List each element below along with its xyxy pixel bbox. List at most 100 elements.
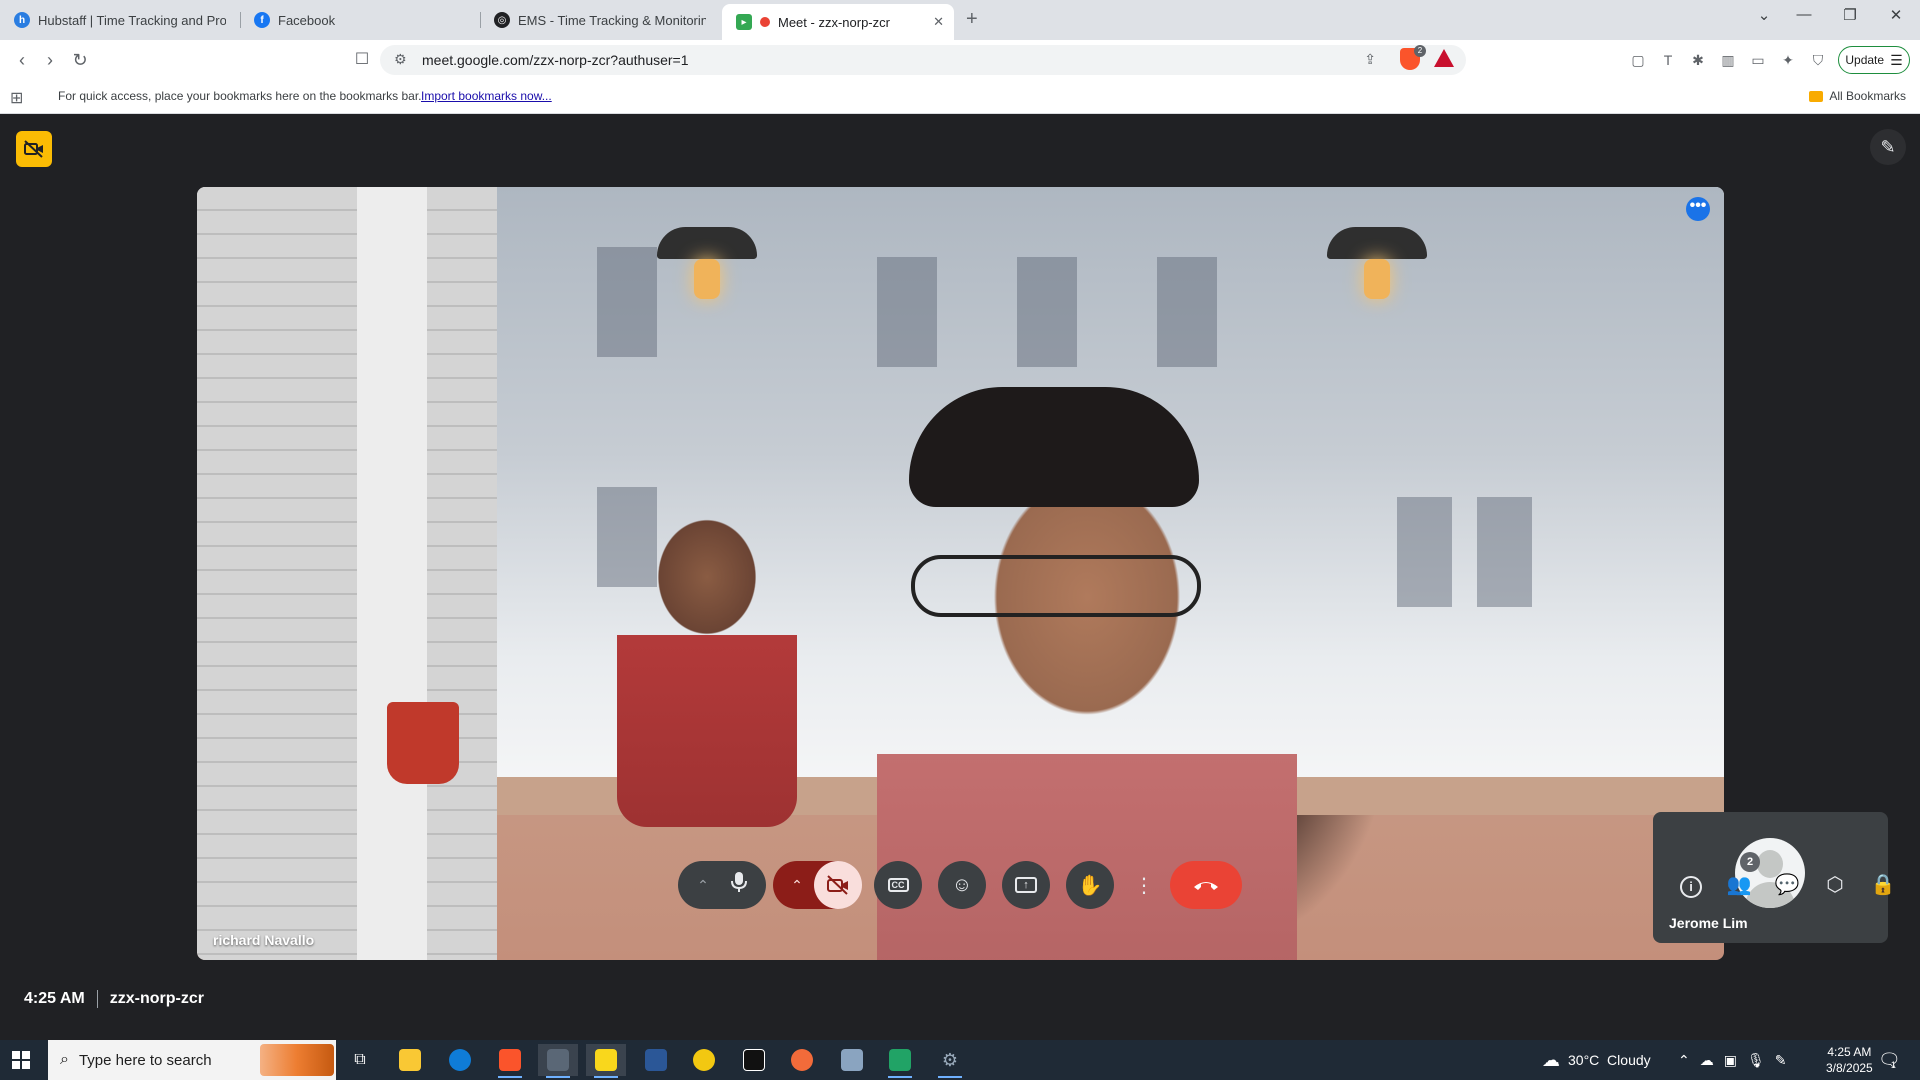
pen-icon[interactable]: ✎: [1775, 1052, 1787, 1069]
people-button[interactable]: 👥: [1724, 870, 1754, 900]
brave-app[interactable]: [490, 1044, 530, 1078]
app-taskbar-item[interactable]: [832, 1044, 872, 1076]
browser-tab-strip: h Hubstaff | Time Tracking and Produ f F…: [0, 0, 1920, 40]
onedrive-icon[interactable]: ☁: [1700, 1052, 1714, 1069]
task-view-icon: ⧉: [354, 1051, 366, 1068]
cloud-icon: ☁: [1542, 1049, 1560, 1070]
chat-button[interactable]: 💬: [1772, 870, 1802, 900]
gear-icon: ⚙: [941, 1049, 959, 1070]
notification-center-button[interactable]: 🗨 1: [1878, 1040, 1901, 1080]
lock-person-icon: 🔒: [1870, 874, 1896, 896]
capcut-icon: [743, 1049, 765, 1071]
facebook-icon: f: [254, 12, 270, 28]
minimize-button[interactable]: —: [1784, 6, 1824, 23]
video-participant-hair: [909, 387, 1199, 507]
reactions-button[interactable]: ☺: [938, 861, 986, 909]
tab-ems[interactable]: ◎ EMS - Time Tracking & Monitoring: [480, 0, 720, 40]
hubstaff-icon: h: [14, 12, 30, 28]
camera-off-indicator-icon[interactable]: [16, 131, 52, 167]
update-button[interactable]: Update ☰: [1838, 46, 1910, 74]
app-icon: [841, 1049, 863, 1071]
system-tray: ⌃ ☁ ▣ 🎙 ✎: [1678, 1040, 1786, 1080]
audio-settings-chevron-icon[interactable]: ⌃: [697, 877, 709, 894]
vpn-icon[interactable]: ⛉: [1808, 50, 1828, 70]
running-indicator: [594, 1076, 618, 1078]
sticky-notes-app[interactable]: [586, 1044, 626, 1078]
tab-search-icon[interactable]: ⌄: [1744, 6, 1784, 24]
sidebar-toggle-icon[interactable]: ▥: [1718, 50, 1738, 70]
raise-hand-button[interactable]: ✋: [1066, 861, 1114, 909]
search-highlight-image: [260, 1044, 334, 1076]
meeting-time: 4:25 AM: [24, 990, 85, 1007]
main-video-tile[interactable]: ••• richard Navallo: [197, 187, 1724, 960]
taskbar-search-placeholder: Type here to search: [78, 1051, 212, 1069]
wallet-icon[interactable]: ▭: [1748, 50, 1768, 70]
new-tab-button[interactable]: +: [966, 8, 978, 31]
leo-ai-icon[interactable]: ✦: [1778, 50, 1798, 70]
hubstaff-app[interactable]: [782, 1044, 822, 1076]
edge-app[interactable]: [440, 1044, 480, 1076]
address-bar[interactable]: ⚙ meet.google.com/zzx-norp-zcr?authuser=…: [380, 45, 1466, 75]
update-label: Update: [1845, 53, 1885, 67]
running-indicator: [938, 1076, 962, 1078]
restore-button[interactable]: ❐: [1830, 6, 1870, 24]
tab-facebook[interactable]: f Facebook: [240, 0, 480, 40]
sidebar-extension-icon[interactable]: ▢: [1628, 50, 1648, 70]
video-scene-building-window: [597, 247, 657, 357]
edge-icon: [449, 1049, 471, 1071]
all-bookmarks-button[interactable]: All Bookmarks: [1809, 89, 1906, 103]
video-settings-chevron-icon[interactable]: ⌃: [791, 877, 803, 894]
brave-rewards-icon[interactable]: [1434, 49, 1454, 67]
back-button[interactable]: ‹: [10, 48, 34, 72]
bookmarks-bar: ⊞ For quick access, place your bookmarks…: [0, 80, 1920, 114]
task-view-button[interactable]: ⧉: [340, 1044, 380, 1076]
brave-shields-count: 2: [1414, 45, 1426, 57]
weather-widget[interactable]: ☁ 30°C Cloudy: [1542, 1040, 1651, 1080]
leave-call-button[interactable]: [1170, 861, 1242, 909]
show-hidden-icons-icon[interactable]: ⌃: [1678, 1052, 1690, 1069]
snipping-tool-app[interactable]: [636, 1044, 676, 1076]
camera-toggle-button[interactable]: [814, 861, 862, 909]
import-bookmarks-link[interactable]: Import bookmarks now...: [421, 89, 552, 103]
captions-button[interactable]: CC: [874, 861, 922, 909]
activities-button[interactable]: ⬡: [1820, 870, 1850, 900]
sticky-notes-icon: [595, 1049, 617, 1071]
host-controls-button[interactable]: 🔒: [1868, 870, 1898, 900]
running-indicator: [498, 1076, 522, 1078]
site-info-icon[interactable]: ⚙: [394, 51, 407, 68]
meeting-details-button[interactable]: i: [1676, 870, 1706, 900]
share-icon[interactable]: ⇪: [1364, 51, 1376, 68]
extensions-icon[interactable]: ✱: [1688, 50, 1708, 70]
tab-meet[interactable]: ▸ Meet - zzx-norp-zcr ✕: [722, 4, 954, 40]
video-scene-building-window: [877, 257, 937, 367]
tile-more-options-button[interactable]: •••: [1686, 197, 1710, 221]
apps-grid-icon[interactable]: ⊞: [10, 88, 23, 108]
all-bookmarks-label: All Bookmarks: [1829, 89, 1906, 103]
snipping-tool-icon: [645, 1049, 667, 1071]
forward-button[interactable]: ›: [38, 48, 62, 72]
tab-close-icon[interactable]: ✕: [933, 14, 944, 30]
capcut-app[interactable]: [734, 1044, 774, 1076]
file-explorer-app[interactable]: [390, 1044, 430, 1076]
reload-button[interactable]: ↻: [68, 48, 92, 72]
video-scene-building-window: [1397, 497, 1452, 607]
annotate-pencil-button[interactable]: ✎: [1870, 129, 1906, 165]
taskbar-clock[interactable]: 4:25 AM 3/8/2025: [1826, 1044, 1873, 1076]
more-options-button[interactable]: ⋮: [1132, 861, 1156, 909]
bookmark-icon[interactable]: ☐: [350, 48, 374, 72]
text-extension-icon[interactable]: T: [1658, 50, 1678, 70]
microphone-icon[interactable]: [730, 871, 747, 899]
meet-tray-icon[interactable]: ▣: [1724, 1052, 1737, 1069]
taskbar-search-box[interactable]: ⌕ Type here to search: [48, 1040, 336, 1080]
tab-title: Meet - zzx-norp-zcr: [778, 14, 890, 30]
tab-hubstaff[interactable]: h Hubstaff | Time Tracking and Produ: [0, 0, 240, 40]
windows-start-icon[interactable]: [12, 1051, 30, 1069]
app-taskbar-item[interactable]: [538, 1044, 578, 1078]
divider: [96, 990, 98, 1008]
settings-app[interactable]: ⚙: [930, 1044, 970, 1078]
chat-app[interactable]: [684, 1044, 724, 1076]
excel-app[interactable]: [880, 1044, 920, 1078]
close-window-button[interactable]: ✕: [1876, 6, 1916, 24]
microphone-tray-icon[interactable]: 🎙: [1747, 1052, 1765, 1069]
present-screen-button[interactable]: ↑: [1002, 861, 1050, 909]
